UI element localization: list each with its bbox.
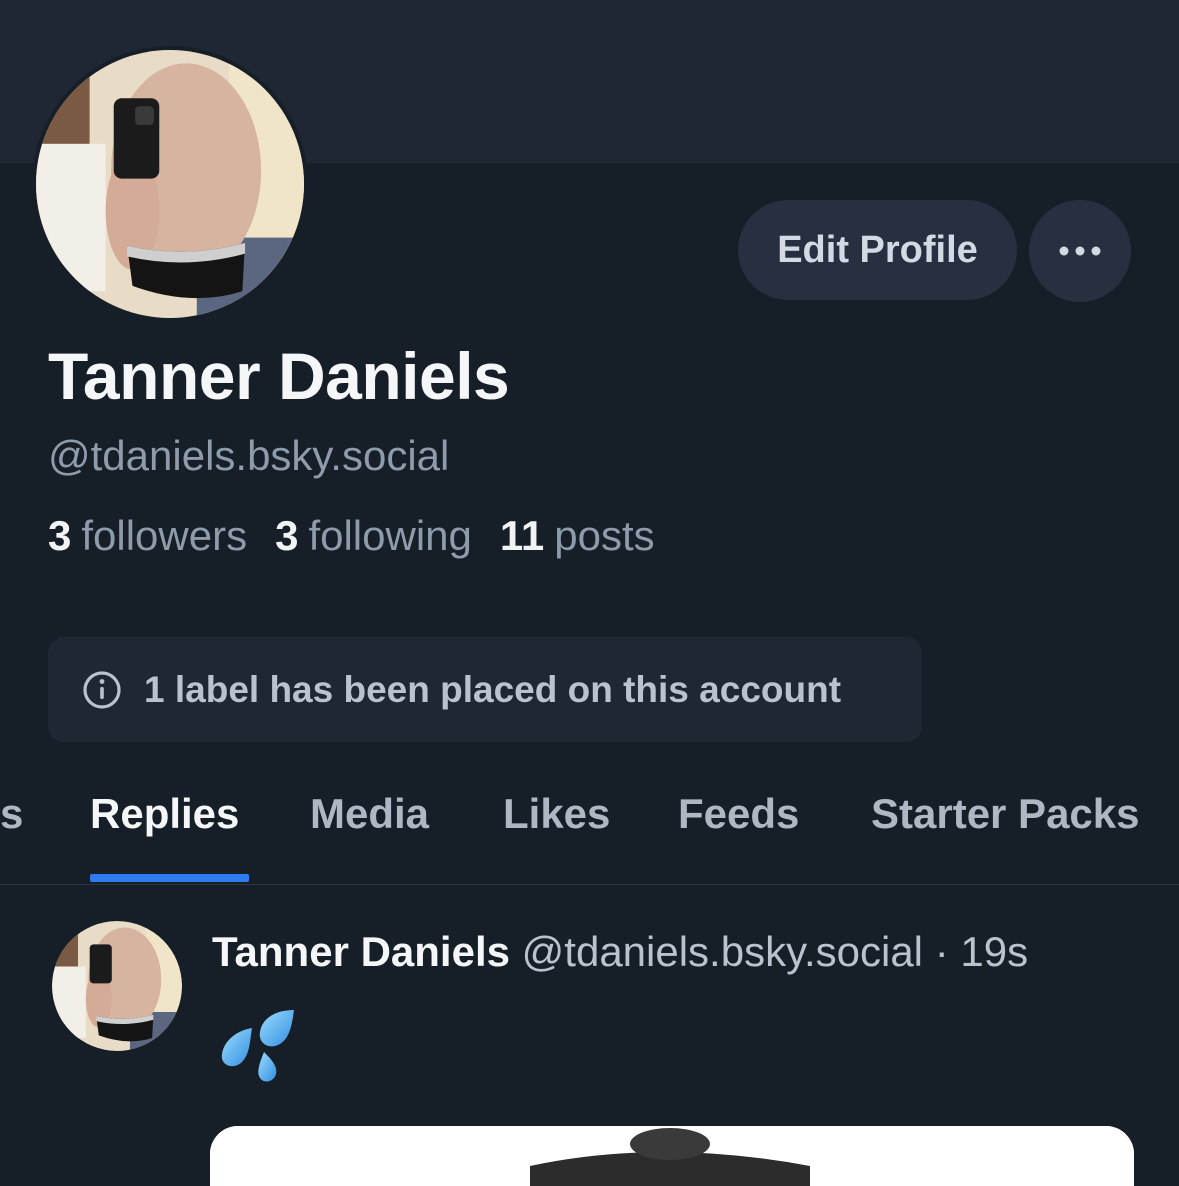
post-image[interactable] bbox=[210, 1126, 1134, 1186]
edit-profile-button[interactable]: Edit Profile bbox=[738, 200, 1017, 300]
tab-posts[interactable]: ts bbox=[0, 790, 23, 838]
post-author-avatar[interactable] bbox=[52, 921, 182, 1051]
edit-profile-label: Edit Profile bbox=[777, 228, 978, 271]
sweat-droplets-icon bbox=[216, 1008, 296, 1089]
followers-stat[interactable]: 3 followers bbox=[48, 512, 247, 560]
followers-label: followers bbox=[81, 512, 248, 559]
tab-starter-packs[interactable]: Starter Packs bbox=[871, 790, 1140, 838]
posts-stat: 11 posts bbox=[500, 512, 655, 560]
posts-label: posts bbox=[554, 512, 655, 559]
post-separator: · bbox=[934, 928, 949, 975]
post-author-name[interactable]: Tanner Daniels bbox=[212, 928, 510, 975]
post-timestamp[interactable]: 19s bbox=[960, 928, 1028, 975]
profile-avatar[interactable] bbox=[32, 46, 308, 322]
profile-handle: @tdaniels.bsky.social bbox=[48, 432, 450, 479]
posts-count: 11 bbox=[499, 512, 545, 559]
label-notice[interactable]: 1 label has been placed on this account bbox=[48, 637, 922, 742]
tab-media[interactable]: Media bbox=[310, 790, 429, 838]
tab-replies[interactable]: Replies bbox=[90, 790, 239, 838]
tab-likes[interactable]: Likes bbox=[503, 790, 610, 838]
tab-feeds[interactable]: Feeds bbox=[678, 790, 799, 838]
profile-tabs: ts Replies Media Likes Feeds Starter Pac… bbox=[0, 770, 1179, 885]
avatar-photo bbox=[52, 921, 182, 1051]
post-author-handle[interactable]: @tdaniels.bsky.social bbox=[522, 928, 923, 975]
post-image-content bbox=[210, 1126, 1134, 1186]
info-circle-icon bbox=[82, 670, 122, 710]
avatar-photo bbox=[36, 50, 304, 318]
following-label: following bbox=[308, 512, 472, 559]
following-stat[interactable]: 3 following bbox=[275, 512, 472, 560]
profile-display-name: Tanner Daniels bbox=[48, 339, 510, 413]
post-header: Tanner Daniels @tdaniels.bsky.social · 1… bbox=[212, 928, 1028, 976]
label-notice-text: 1 label has been placed on this account bbox=[144, 668, 842, 710]
active-tab-indicator bbox=[90, 874, 249, 882]
followers-count: 3 bbox=[48, 512, 72, 559]
ellipsis-icon bbox=[1059, 246, 1101, 256]
more-options-button[interactable] bbox=[1029, 200, 1131, 302]
following-count: 3 bbox=[275, 512, 299, 559]
profile-stats: 3 followers 3 following 11 posts bbox=[48, 512, 655, 560]
